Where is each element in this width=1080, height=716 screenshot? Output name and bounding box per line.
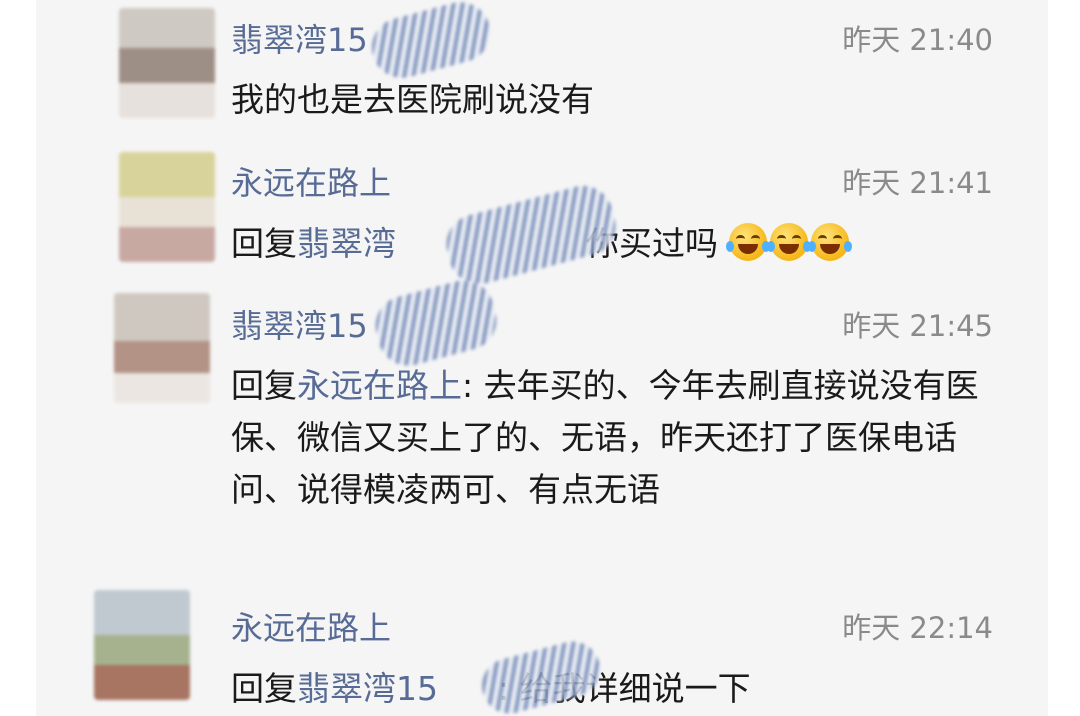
commenter-name[interactable]: 翡翠湾15 [231, 306, 368, 346]
comment-text-content: 我的也是去医院刷说没有 [231, 80, 594, 119]
commenter-name[interactable]: 永远在路上 [231, 608, 391, 648]
comment-item: 永远在路上 昨天 22:14 回复翡翠湾15: 给我详细说一下 [36, 585, 1048, 716]
comment-text: 回复永远在路上: 去年买的、今年去刷直接说没有医保、微信又买上了的、无语，昨天还… [231, 360, 1008, 516]
comment-time: 昨天 21:40 [842, 23, 993, 57]
avatar[interactable] [119, 8, 215, 118]
redaction-scribble [368, 273, 504, 373]
comment-item: 翡翠湾15 昨天 21:45 回复永远在路上: 去年买的、今年去刷直接说没有医保… [36, 273, 1048, 583]
commenter-name[interactable]: 永远在路上 [231, 163, 391, 203]
laughing-tears-emoji-icon [807, 223, 852, 261]
laughing-tears-emoji-icon [725, 223, 770, 261]
comment-list: 翡翠湾15 昨天 21:40 我的也是去医院刷说没有 永远在路上 昨天 21:4… [36, 0, 1048, 716]
reply-to-user-link[interactable]: 永远在路上 [297, 366, 462, 405]
reply-to-user-link[interactable]: 翡翠湾15 [297, 669, 438, 708]
comment-item: 永远在路上 昨天 21:41 回复翡翠湾 你买过吗 [36, 140, 1048, 291]
comment-text: 回复翡翠湾15: 给我详细说一下 [231, 663, 1008, 715]
avatar[interactable] [114, 293, 210, 403]
redaction-scribble [439, 179, 623, 291]
comment-time: 昨天 21:45 [842, 309, 993, 343]
comment-time: 昨天 22:14 [842, 611, 993, 645]
comment-item: 翡翠湾15 昨天 21:40 我的也是去医院刷说没有 [36, 0, 1048, 140]
reply-prefix: 回复 [231, 366, 297, 405]
reply-to-user-link[interactable]: 翡翠湾 [297, 224, 396, 263]
laughing-tears-emoji-icon [766, 223, 811, 261]
reply-prefix: 回复 [231, 669, 297, 708]
redaction-scribble [365, 0, 497, 85]
avatar[interactable] [119, 152, 215, 262]
comment-text: 回复翡翠湾 你买过吗 [231, 218, 1008, 270]
avatar[interactable] [94, 590, 190, 700]
comment-text: 我的也是去医院刷说没有 [231, 74, 1008, 126]
comment-time: 昨天 21:41 [842, 166, 993, 200]
commenter-name[interactable]: 翡翠湾15 [231, 20, 368, 60]
reply-prefix: 回复 [231, 224, 297, 263]
